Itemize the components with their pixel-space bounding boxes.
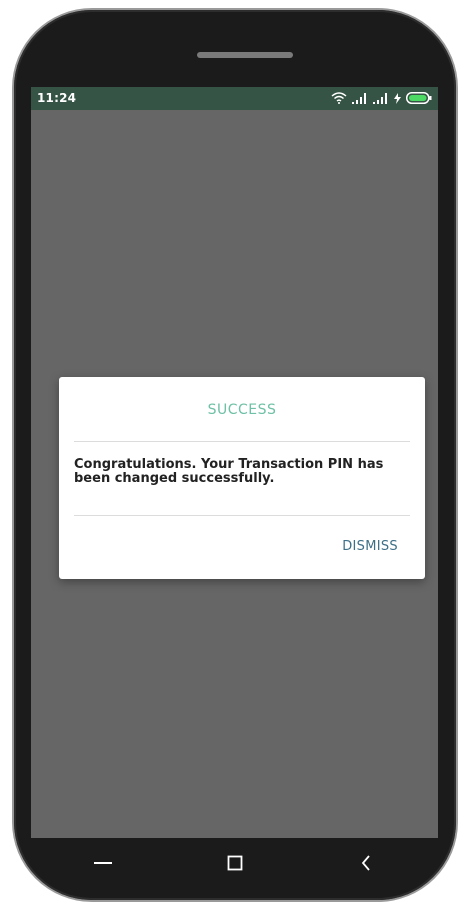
navigation-bar xyxy=(14,838,456,888)
speaker-grille xyxy=(197,52,293,58)
success-dialog: SUCCESS Congratulations. Your Transactio… xyxy=(59,377,425,579)
screen: 11:24 SUCCESS Congratulations. Your Tran… xyxy=(31,87,438,838)
back-button[interactable] xyxy=(346,838,386,888)
dismiss-button[interactable]: DISMISS xyxy=(342,539,398,554)
back-icon xyxy=(361,855,371,871)
status-bar: 11:24 xyxy=(31,87,438,110)
dialog-title: SUCCESS xyxy=(207,402,277,418)
signal-icon xyxy=(352,92,368,104)
charging-icon xyxy=(394,92,401,104)
menu-button[interactable] xyxy=(83,838,123,888)
status-icons xyxy=(331,90,432,106)
wifi-icon xyxy=(331,92,347,104)
battery-icon xyxy=(406,92,432,104)
dialog-message: Congratulations. Your Transaction PIN ha… xyxy=(74,457,384,486)
status-time: 11:24 xyxy=(37,91,77,105)
phone-frame: 11:24 SUCCESS Congratulations. Your Tran… xyxy=(14,10,456,900)
home-button[interactable] xyxy=(215,838,255,888)
divider xyxy=(74,515,410,516)
menu-icon xyxy=(94,861,112,865)
signal-icon xyxy=(373,92,389,104)
home-icon xyxy=(227,855,243,871)
divider xyxy=(74,441,410,442)
